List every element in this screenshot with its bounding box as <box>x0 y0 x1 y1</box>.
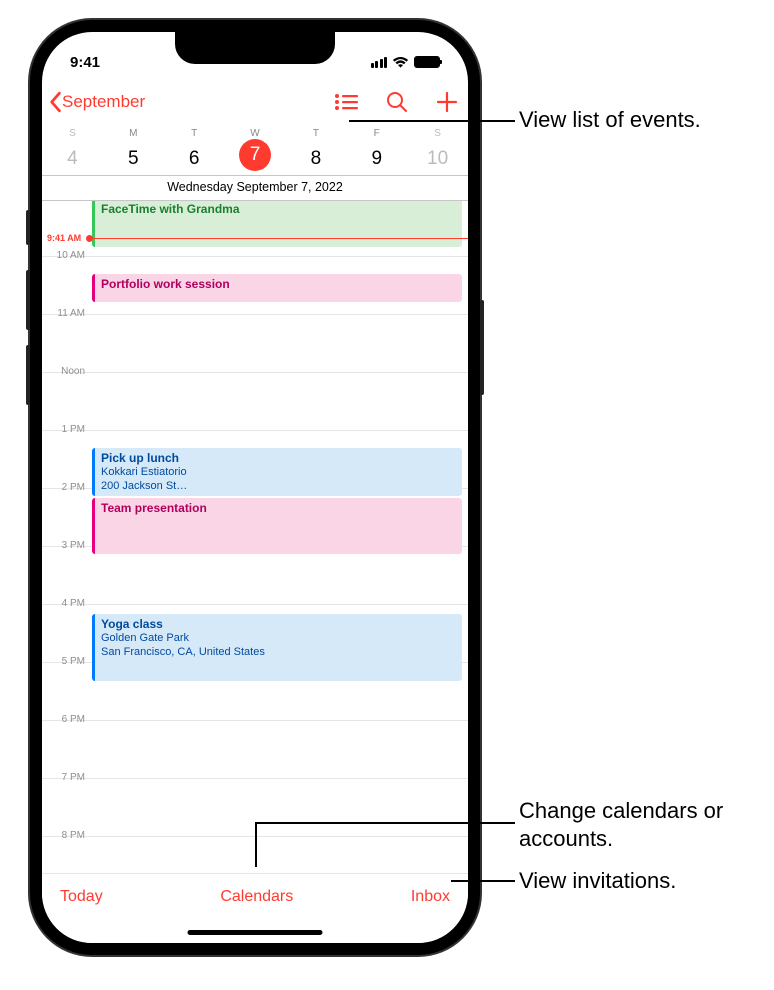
hour-row: 11 AM <box>42 314 468 372</box>
list-icon <box>334 93 358 111</box>
list-view-button[interactable] <box>334 93 358 111</box>
back-button[interactable]: September <box>48 91 145 113</box>
hour-row: 6 PM <box>42 720 468 778</box>
day-column[interactable]: S4 <box>42 128 103 175</box>
callout-list-events: View list of events. <box>519 106 701 134</box>
event-title: Portfolio work session <box>101 277 456 292</box>
event-address: San Francisco, CA, United States <box>101 646 456 660</box>
event-location: Kokkari Estiatorio <box>101 466 456 480</box>
day-number: 4 <box>42 143 103 175</box>
event-location: Golden Gate Park <box>101 632 456 646</box>
event-title: Yoga class <box>101 617 456 632</box>
day-column[interactable]: M5 <box>103 128 164 175</box>
day-column[interactable]: F9 <box>346 128 407 175</box>
day-letter: T <box>164 128 225 139</box>
phone-frame: 9:41 September <box>30 20 480 955</box>
wifi-icon <box>392 56 409 69</box>
mute-switch <box>26 210 30 245</box>
day-letter: W <box>225 128 286 139</box>
now-indicator <box>90 238 468 239</box>
day-column[interactable]: W7 <box>225 128 286 175</box>
day-column[interactable]: S 10 <box>407 128 468 175</box>
event-title: FaceTime with Grandma <box>101 202 456 217</box>
timeline[interactable]: 8 PM7 PM6 PM5 PM4 PM3 PM2 PM1 PMNoon11 A… <box>42 200 468 870</box>
status-time: 9:41 <box>70 54 100 71</box>
event-yoga[interactable]: Yoga class Golden Gate Park San Francisc… <box>92 614 462 681</box>
day-column[interactable]: T6 <box>164 128 225 175</box>
volume-down <box>26 345 30 405</box>
plus-icon <box>436 91 458 113</box>
day-number: 5 <box>103 143 164 175</box>
event-lunch[interactable]: Pick up lunch Kokkari Estiatorio 200 Jac… <box>92 448 462 496</box>
callout-change-calendars: Change calendars or accounts. <box>519 797 774 852</box>
search-button[interactable] <box>386 91 408 113</box>
nav-bar: September <box>42 80 468 124</box>
volume-up <box>26 270 30 330</box>
day-letter: S <box>42 128 103 139</box>
hour-row: Noon <box>42 372 468 430</box>
event-address: 200 Jackson St… <box>101 480 456 494</box>
hour-row: 3 PM <box>42 546 468 604</box>
event-presentation[interactable]: Team presentation <box>92 498 462 554</box>
event-title: Pick up lunch <box>101 451 456 466</box>
power-button <box>480 300 484 395</box>
event-portfolio[interactable]: Portfolio work session <box>92 274 462 302</box>
callout-line <box>255 822 515 824</box>
notch <box>175 32 335 64</box>
day-letter: S <box>407 128 468 139</box>
back-label: September <box>62 92 145 112</box>
callout-line <box>349 120 515 122</box>
add-event-button[interactable] <box>436 91 458 113</box>
cellular-icon <box>371 57 388 68</box>
date-line: Wednesday September 7, 2022 <box>42 176 468 200</box>
inbox-button[interactable]: Inbox <box>411 888 450 906</box>
chevron-left-icon <box>48 91 62 113</box>
home-indicator[interactable] <box>188 930 323 935</box>
hour-label: 9 AM <box>47 200 85 203</box>
day-number: 9 <box>346 143 407 175</box>
day-column[interactable]: T8 <box>285 128 346 175</box>
day-number: 8 <box>285 143 346 175</box>
callout-line <box>255 822 257 867</box>
now-time-label: 9:41 AM <box>45 233 83 243</box>
callout-view-invitations: View invitations. <box>519 867 676 895</box>
status-right <box>371 56 441 69</box>
day-number: 7 <box>239 139 271 171</box>
event-facetime[interactable]: FaceTime with Grandma <box>92 200 462 247</box>
today-button[interactable]: Today <box>60 888 103 906</box>
battery-icon <box>414 56 440 68</box>
day-letter: T <box>285 128 346 139</box>
day-letter: F <box>346 128 407 139</box>
screen: 9:41 September <box>42 32 468 943</box>
calendars-button[interactable]: Calendars <box>220 888 293 906</box>
week-header: S4M5T6W7T8F9S10 <box>42 124 468 176</box>
day-letter: M <box>103 128 164 139</box>
search-icon <box>386 91 408 113</box>
event-title: Team presentation <box>101 501 456 516</box>
callout-line <box>451 880 515 882</box>
day-number: 10 <box>407 143 468 175</box>
day-number: 6 <box>164 143 225 175</box>
